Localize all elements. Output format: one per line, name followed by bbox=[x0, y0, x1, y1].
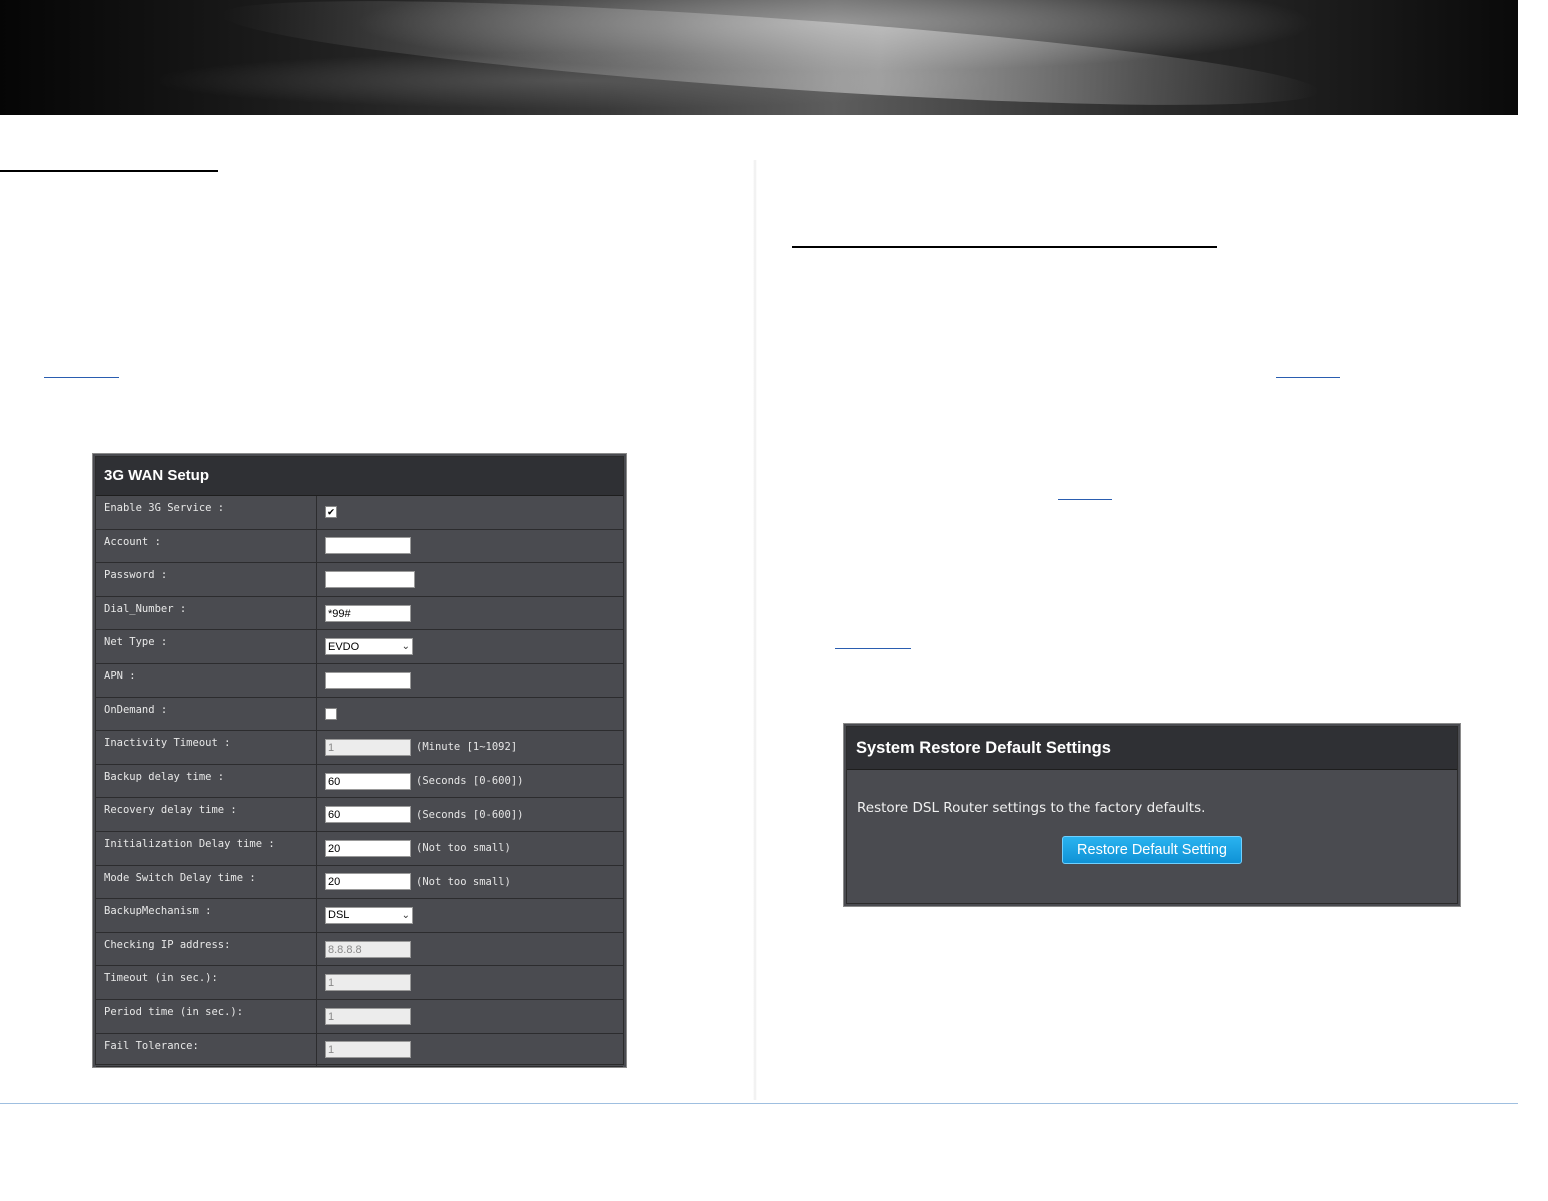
wan-row: Timeout (in sec.): 1 bbox=[96, 966, 623, 1000]
wan-row: Initialization Delay time : 20 (Not too sm… bbox=[96, 831, 623, 866]
wan-input[interactable]: *99# bbox=[325, 604, 411, 622]
wan-row-value: 8.8.8.8 bbox=[317, 933, 623, 966]
link-underline-right-1[interactable] bbox=[1276, 377, 1340, 378]
wan-row-value: 20 (Not too small) bbox=[317, 832, 623, 865]
wan-row: BackupMechanism : DSL ⌄ bbox=[96, 899, 623, 933]
wan-row-label: Fail Tolerance: bbox=[96, 1033, 317, 1067]
link-underline-left[interactable] bbox=[44, 377, 119, 378]
wan-row: Backup delay time : 60 (Seconds [0-600]) bbox=[96, 764, 623, 799]
wan-row: Dial_Number : *99# bbox=[96, 596, 623, 631]
banner-light-streak bbox=[218, 0, 1322, 127]
wan-row: Inactivity Timeout : 1 (Minute [1~1092] bbox=[96, 731, 623, 765]
wan-input[interactable] bbox=[325, 570, 415, 588]
link-underline-right-2[interactable] bbox=[1058, 499, 1112, 500]
wan-input[interactable] bbox=[325, 671, 411, 689]
wan-row: Enable 3G Service : ✔ bbox=[96, 496, 623, 530]
wan-row-value bbox=[317, 698, 623, 731]
wan-unit-hint: (Not too small) bbox=[416, 875, 511, 888]
wan-row: OnDemand : bbox=[96, 697, 623, 732]
wan-row-value: 1 bbox=[317, 966, 623, 999]
wan-row-value: EVDO ⌄ bbox=[317, 630, 623, 663]
wan-row-label: APN : bbox=[96, 663, 317, 697]
section-heading-rule-left bbox=[0, 170, 218, 172]
footer-rule bbox=[0, 1103, 1518, 1104]
wan-select[interactable]: DSL ⌄ bbox=[325, 906, 413, 924]
wan-input[interactable]: 1 bbox=[325, 738, 411, 756]
wan-row-label: Mode Switch Delay time : bbox=[96, 865, 317, 899]
wan-setup-panel: 3G WAN Setup Enable 3G Service : ✔ Account… bbox=[92, 453, 627, 1068]
wan-row-value: 60 (Seconds [0-600]) bbox=[317, 798, 623, 831]
wan-row: Checking IP address: 8.8.8.8 bbox=[96, 932, 623, 967]
wan-input[interactable]: 8.8.8.8 bbox=[325, 940, 411, 958]
column-divider bbox=[753, 160, 757, 1100]
restore-default-button[interactable]: Restore Default Setting bbox=[1062, 836, 1242, 864]
wan-row-label: Timeout (in sec.): bbox=[96, 966, 317, 999]
wan-row-label: BackupMechanism : bbox=[96, 899, 317, 932]
wan-input[interactable]: 60 bbox=[325, 772, 411, 790]
wan-input[interactable]: 20 bbox=[325, 839, 411, 857]
wan-row-label: Inactivity Timeout : bbox=[96, 731, 317, 764]
wan-input[interactable] bbox=[325, 537, 411, 555]
wan-row: Net Type : EVDO ⌄ bbox=[96, 630, 623, 664]
wan-checkbox[interactable]: ✔ bbox=[325, 506, 337, 519]
wan-input[interactable]: 1 bbox=[325, 1041, 411, 1059]
chevron-down-icon: ⌄ bbox=[401, 909, 410, 921]
wan-select-value: EVDO bbox=[328, 640, 360, 653]
wan-row-label: Password : bbox=[96, 563, 317, 596]
wan-unit-hint: (Minute [1~1092] bbox=[416, 741, 518, 754]
wan-row-label: OnDemand : bbox=[96, 697, 317, 731]
wan-row-value: 60 (Seconds [0-600]) bbox=[317, 765, 623, 798]
restore-title: System Restore Default Settings bbox=[847, 727, 1457, 770]
wan-row-label: Checking IP address: bbox=[96, 932, 317, 966]
header-banner bbox=[0, 0, 1518, 127]
wan-row-label: Dial_Number : bbox=[96, 596, 317, 630]
wan-row: Period time (in sec.): 1 bbox=[96, 999, 623, 1034]
wan-row-value bbox=[317, 664, 623, 697]
wan-input[interactable]: 20 bbox=[325, 873, 411, 891]
wan-select-value: DSL bbox=[328, 909, 350, 922]
section-heading-rule-right bbox=[792, 246, 1217, 248]
wan-checkbox[interactable] bbox=[325, 707, 337, 720]
wan-input[interactable]: 60 bbox=[325, 806, 411, 824]
wan-row-label: Period time (in sec.): bbox=[96, 999, 317, 1033]
wan-input[interactable]: 1 bbox=[325, 1007, 411, 1025]
wan-row-value: 1 bbox=[317, 1034, 623, 1067]
wan-row-value: *99# bbox=[317, 597, 623, 630]
wan-row-label: Account : bbox=[96, 529, 317, 563]
wan-setup-rows: Enable 3G Service : ✔ Account : Password :D… bbox=[96, 496, 623, 1068]
wan-row: APN : bbox=[96, 663, 623, 698]
restore-defaults-panel: System Restore Default Settings Restore … bbox=[843, 723, 1461, 907]
wan-select[interactable]: EVDO ⌄ bbox=[325, 638, 413, 656]
wan-row-value: DSL ⌄ bbox=[317, 899, 623, 932]
wan-row-label: Recovery delay time : bbox=[96, 798, 317, 831]
wan-row-value: 1 bbox=[317, 1000, 623, 1033]
wan-input[interactable]: 1 bbox=[325, 974, 411, 992]
wan-row-value bbox=[317, 563, 623, 596]
link-underline-right-3[interactable] bbox=[835, 648, 911, 649]
wan-unit-hint: (Seconds [0-600]) bbox=[416, 808, 524, 821]
wan-row: Account : bbox=[96, 529, 623, 564]
wan-row-label: Enable 3G Service : bbox=[96, 496, 317, 529]
wan-row: Fail Tolerance: 1 bbox=[96, 1033, 623, 1068]
wan-row-value bbox=[317, 530, 623, 563]
wan-unit-hint: (Not too small) bbox=[416, 842, 511, 855]
wan-row-label: Initialization Delay time : bbox=[96, 831, 317, 865]
chevron-down-icon: ⌄ bbox=[401, 641, 410, 653]
wan-unit-hint: (Seconds [0-600]) bbox=[416, 775, 524, 788]
wan-row-value: ✔ bbox=[317, 496, 623, 529]
wan-row: Mode Switch Delay time : 20 (Not too small… bbox=[96, 865, 623, 900]
wan-row-label: Backup delay time : bbox=[96, 764, 317, 798]
restore-description: Restore DSL Router settings to the facto… bbox=[857, 800, 1206, 816]
wan-row-value: 1 (Minute [1~1092] bbox=[317, 731, 623, 764]
wan-row-label: Net Type : bbox=[96, 630, 317, 663]
wan-row-value: 20 (Not too small) bbox=[317, 866, 623, 899]
wan-setup-title: 3G WAN Setup bbox=[96, 457, 623, 496]
wan-row: Recovery delay time : 60 (Seconds [0-600]) bbox=[96, 798, 623, 832]
wan-row: Password : bbox=[96, 563, 623, 597]
